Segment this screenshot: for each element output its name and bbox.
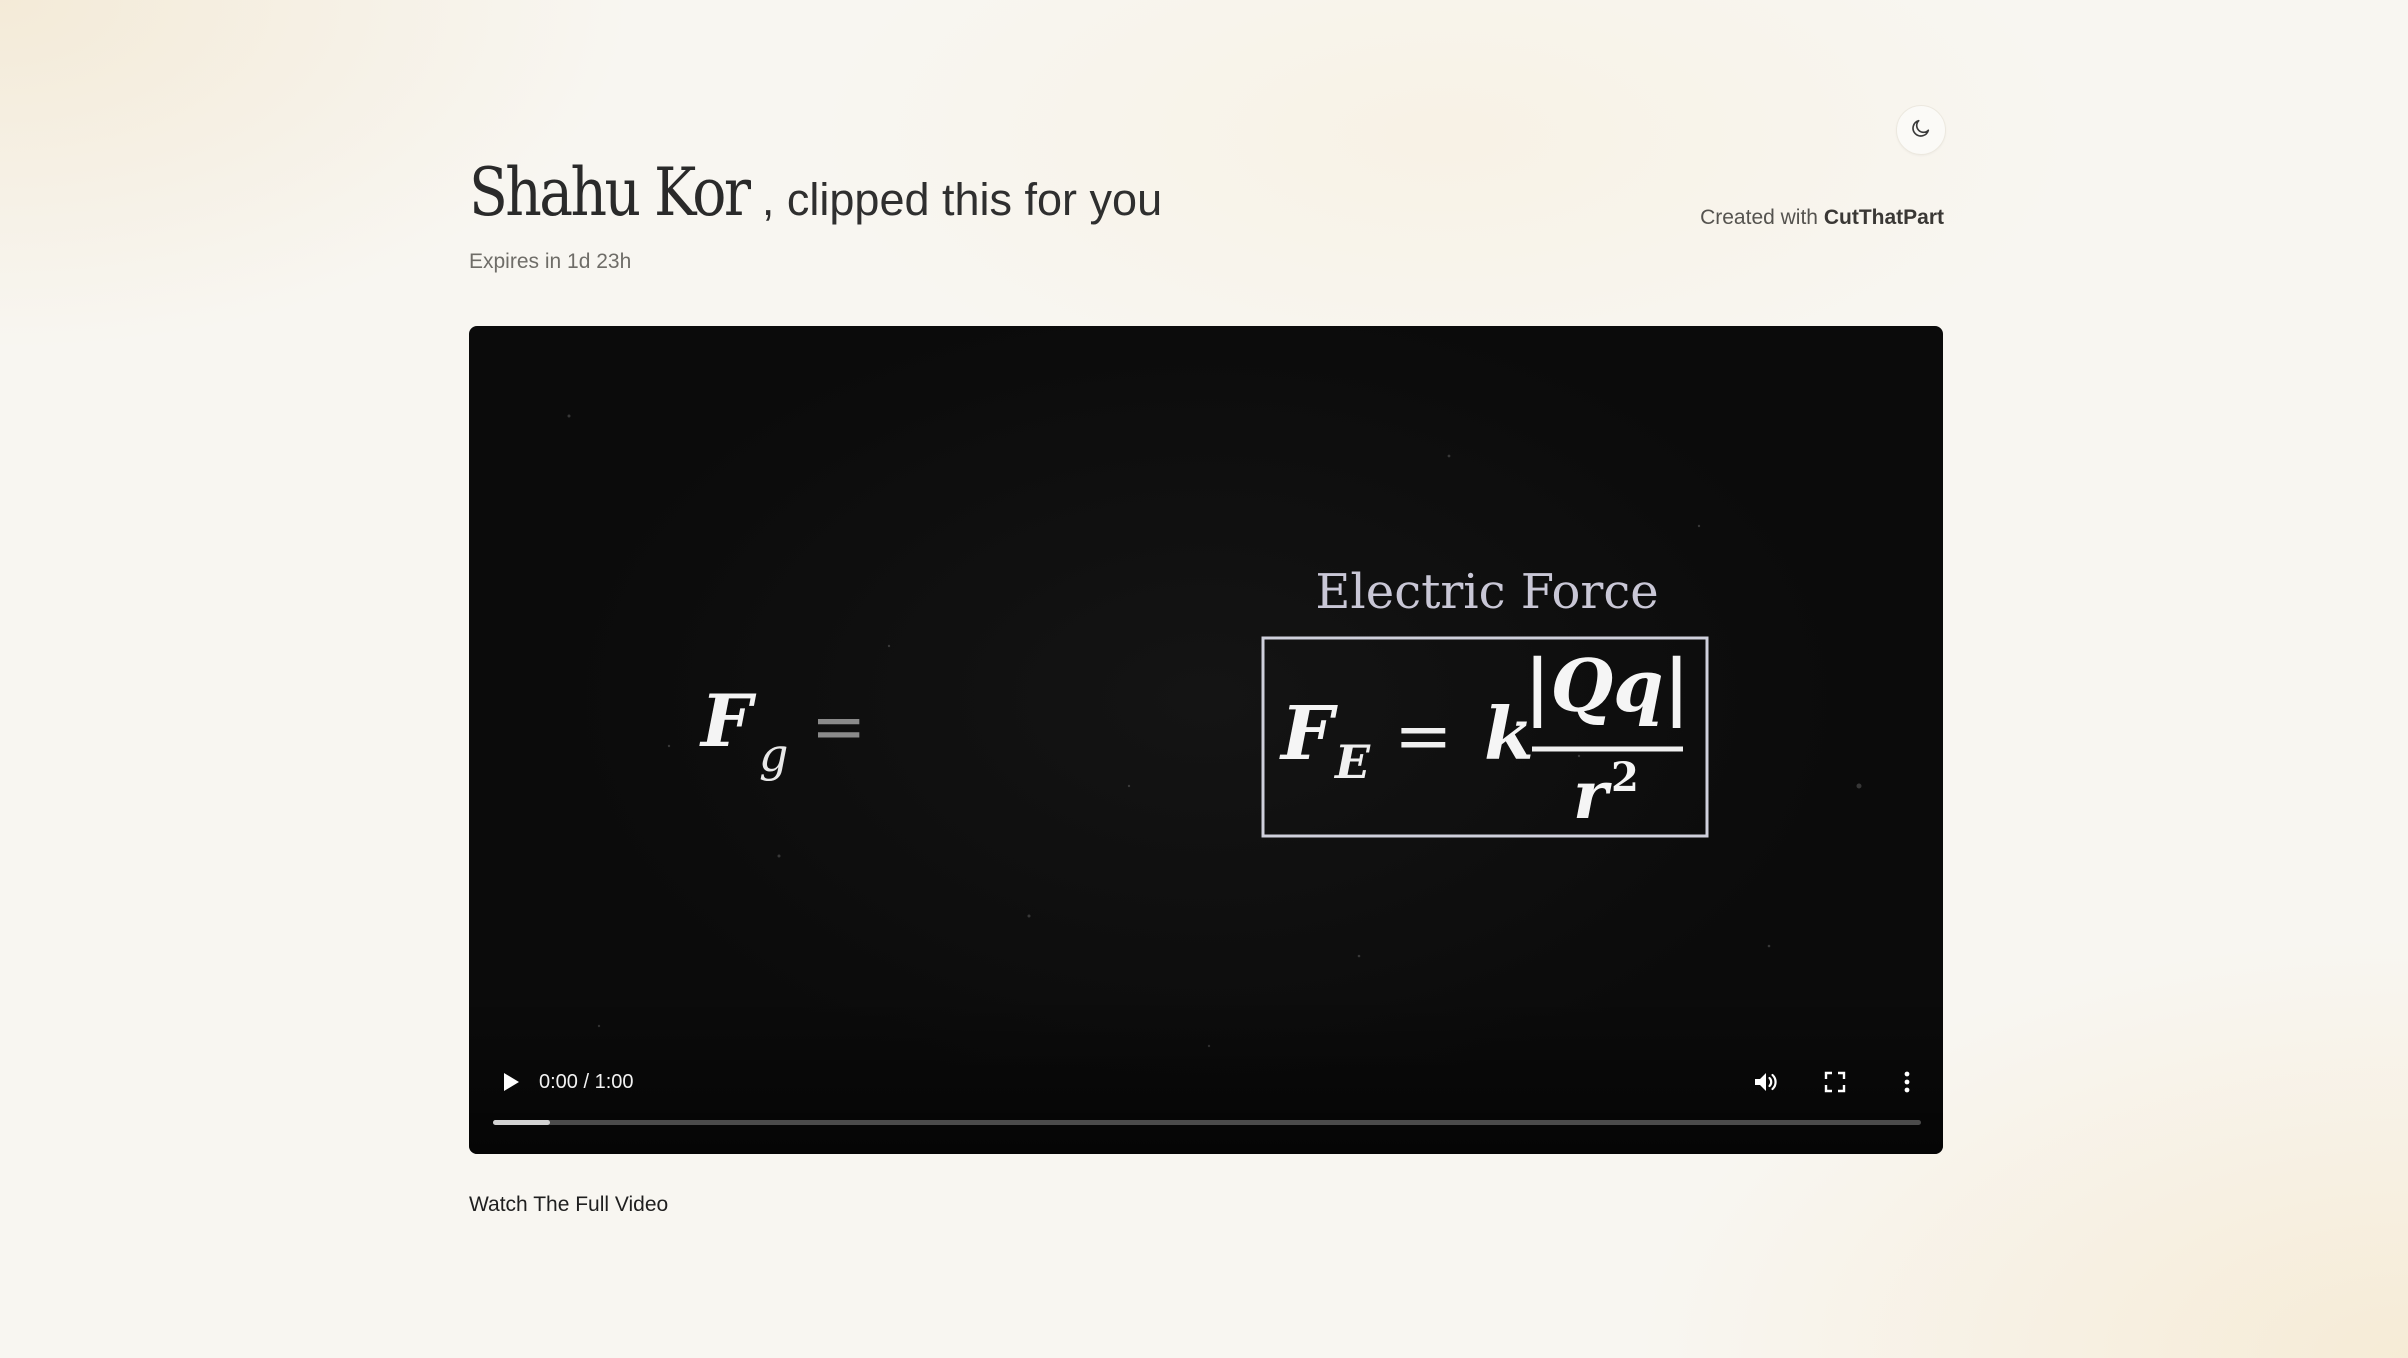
left-equation-operator: = [811,688,866,765]
play-icon [502,1072,520,1097]
formula-numerator: |Qq| [1524,643,1689,728]
brand-name[interactable]: CutThatPart [1824,206,1944,229]
moon-icon [1910,117,1932,144]
created-with-label: Created with [1700,206,1818,229]
formula-denominator: r [1573,756,1612,834]
left-equation-subscript: g [759,728,788,782]
sender-name: Shahu Kor [469,154,751,231]
time-display: 0:00 / 1:00 [539,1071,634,1093]
formula-lhs-subscript: E [1333,735,1371,789]
progress-bar[interactable] [493,1120,1921,1125]
page-header: Shahu Kor , clipped this for you [469,160,1162,226]
video-player[interactable]: F g = Electric Force F E = k |Qq| r 2 0:… [469,326,1943,1154]
equation-title: Electric Force [1315,564,1658,620]
formula-equals: = [1394,695,1453,777]
formula-exponent: 2 [1611,754,1639,801]
fullscreen-button[interactable] [1815,1064,1855,1104]
more-options-button[interactable] [1887,1064,1927,1104]
formula-lhs: F [1279,691,1338,777]
clipped-text: , clipped this for you [761,174,1163,225]
controls-overlay [469,994,1943,1154]
volume-icon [1752,1070,1778,1099]
expiry-text: Expires in 1d 23h [469,250,632,273]
formula-box: F E = k |Qq| r 2 [1261,636,1709,838]
created-with: Created with CutThatPart [1700,206,1944,230]
fullscreen-icon [1824,1071,1846,1098]
theme-toggle-button[interactable] [1896,105,1946,155]
volume-button[interactable] [1745,1064,1785,1104]
watch-full-video-link[interactable]: Watch The Full Video [469,1193,668,1217]
left-equation: F g = [699,678,866,782]
progress-fill [493,1120,551,1125]
more-vertical-icon [1904,1071,1910,1098]
left-equation-symbol: F [699,678,757,763]
play-button[interactable] [491,1064,531,1104]
